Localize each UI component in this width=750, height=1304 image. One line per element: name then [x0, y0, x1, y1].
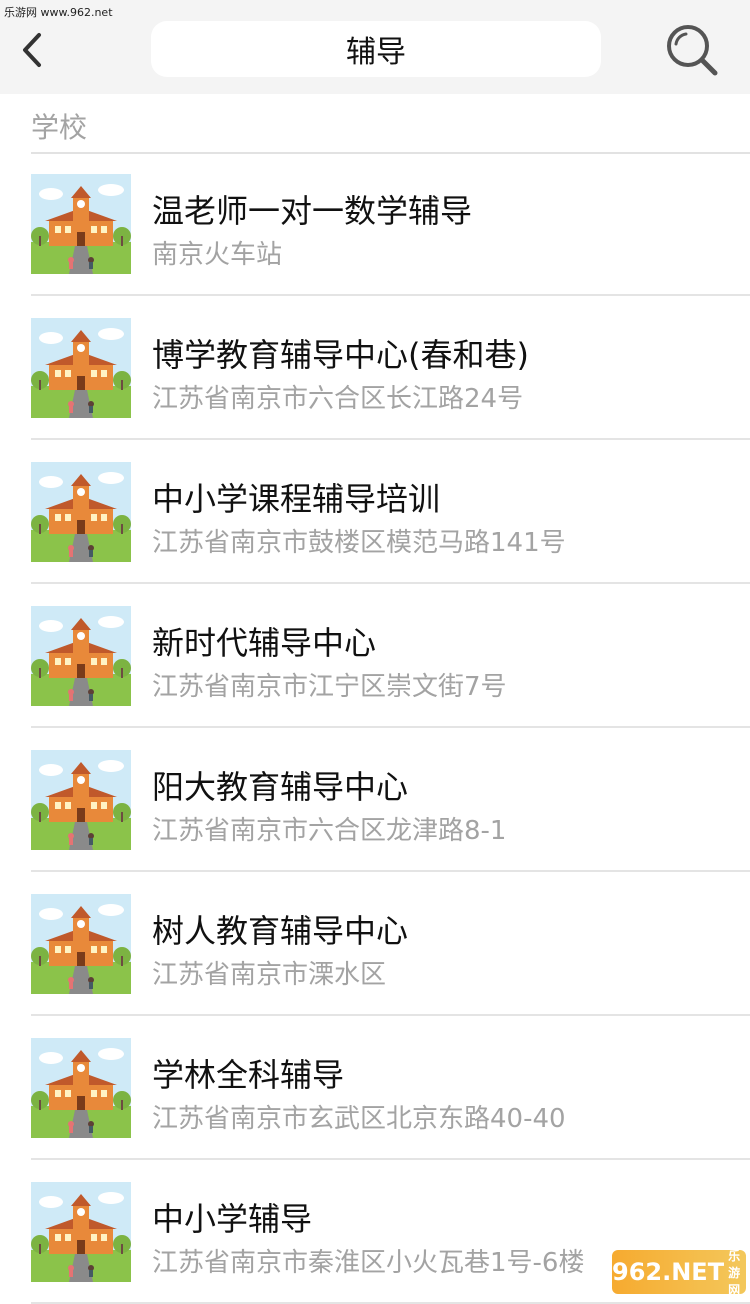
- search-button[interactable]: [664, 22, 720, 78]
- item-name: 阳大教育辅导中心: [152, 768, 409, 806]
- school-list: 温老师一对一数学辅导 南京火车站 博学教育辅导中心(春和巷) 江苏省南京市六合区…: [0, 152, 750, 1304]
- item-name: 中小学辅导: [152, 1200, 313, 1238]
- school-thumbnail: [31, 318, 131, 418]
- item-name: 博学教育辅导中心(春和巷): [152, 336, 529, 374]
- list-item[interactable]: 温老师一对一数学辅导 南京火车站: [0, 152, 750, 296]
- search-icon: [667, 25, 718, 76]
- list-item[interactable]: 新时代辅导中心 江苏省南京市江宁区崇文街7号: [0, 584, 750, 728]
- item-address: 江苏省南京市六合区长江路24号: [152, 384, 524, 414]
- school-building-icon: [31, 318, 131, 418]
- item-name: 中小学课程辅导培训: [152, 480, 441, 518]
- school-building-icon: [31, 174, 131, 274]
- watermark-bottom-right: 962.NET 乐游网: [612, 1249, 746, 1297]
- item-name: 树人教育辅导中心: [152, 912, 409, 950]
- school-thumbnail: [31, 1038, 131, 1138]
- school-building-icon: [31, 1182, 131, 1282]
- section-header-schools: 学校: [31, 106, 750, 154]
- list-item[interactable]: 博学教育辅导中心(春和巷) 江苏省南京市六合区长江路24号: [0, 296, 750, 440]
- watermark-brand: 962.NET: [612, 1258, 725, 1286]
- school-building-icon: [31, 894, 131, 994]
- school-thumbnail: [31, 750, 131, 850]
- item-address: 江苏省南京市玄武区北京东路40-40: [152, 1104, 566, 1134]
- item-address: 江苏省南京市江宁区崇文街7号: [152, 672, 507, 702]
- list-item[interactable]: 学林全科辅导 江苏省南京市玄武区北京东路40-40: [0, 1016, 750, 1160]
- school-building-icon: [31, 462, 131, 562]
- list-item[interactable]: 树人教育辅导中心 江苏省南京市溧水区: [0, 872, 750, 1016]
- school-building-icon: [31, 1038, 131, 1138]
- school-thumbnail: [31, 894, 131, 994]
- item-name: 新时代辅导中心: [152, 624, 377, 662]
- item-address: 江苏省南京市鼓楼区模范马路141号: [152, 528, 566, 558]
- list-item[interactable]: 中小学课程辅导培训 江苏省南京市鼓楼区模范马路141号: [0, 440, 750, 584]
- school-thumbnail: [31, 462, 131, 562]
- watermark-sub: 乐游网: [728, 1248, 741, 1297]
- item-address: 南京火车站: [152, 240, 283, 270]
- school-building-icon: [31, 750, 131, 850]
- item-name: 温老师一对一数学辅导: [152, 192, 473, 230]
- item-address: 江苏省南京市秦淮区小火瓦巷1号-6楼: [152, 1248, 585, 1278]
- item-address: 江苏省南京市六合区龙津路8-1: [152, 816, 507, 846]
- list-item[interactable]: 阳大教育辅导中心 江苏省南京市六合区龙津路8-1: [0, 728, 750, 872]
- watermark-top-left: 乐游网 www.962.net: [4, 6, 113, 19]
- school-thumbnail: [31, 174, 131, 274]
- item-address: 江苏省南京市溧水区: [152, 960, 387, 990]
- school-thumbnail: [31, 606, 131, 706]
- school-thumbnail: [31, 1182, 131, 1282]
- back-button[interactable]: [14, 28, 50, 72]
- school-building-icon: [31, 606, 131, 706]
- item-name: 学林全科辅导: [152, 1056, 345, 1094]
- chevron-left-icon: [23, 33, 41, 67]
- page-title: 辅导: [151, 21, 601, 77]
